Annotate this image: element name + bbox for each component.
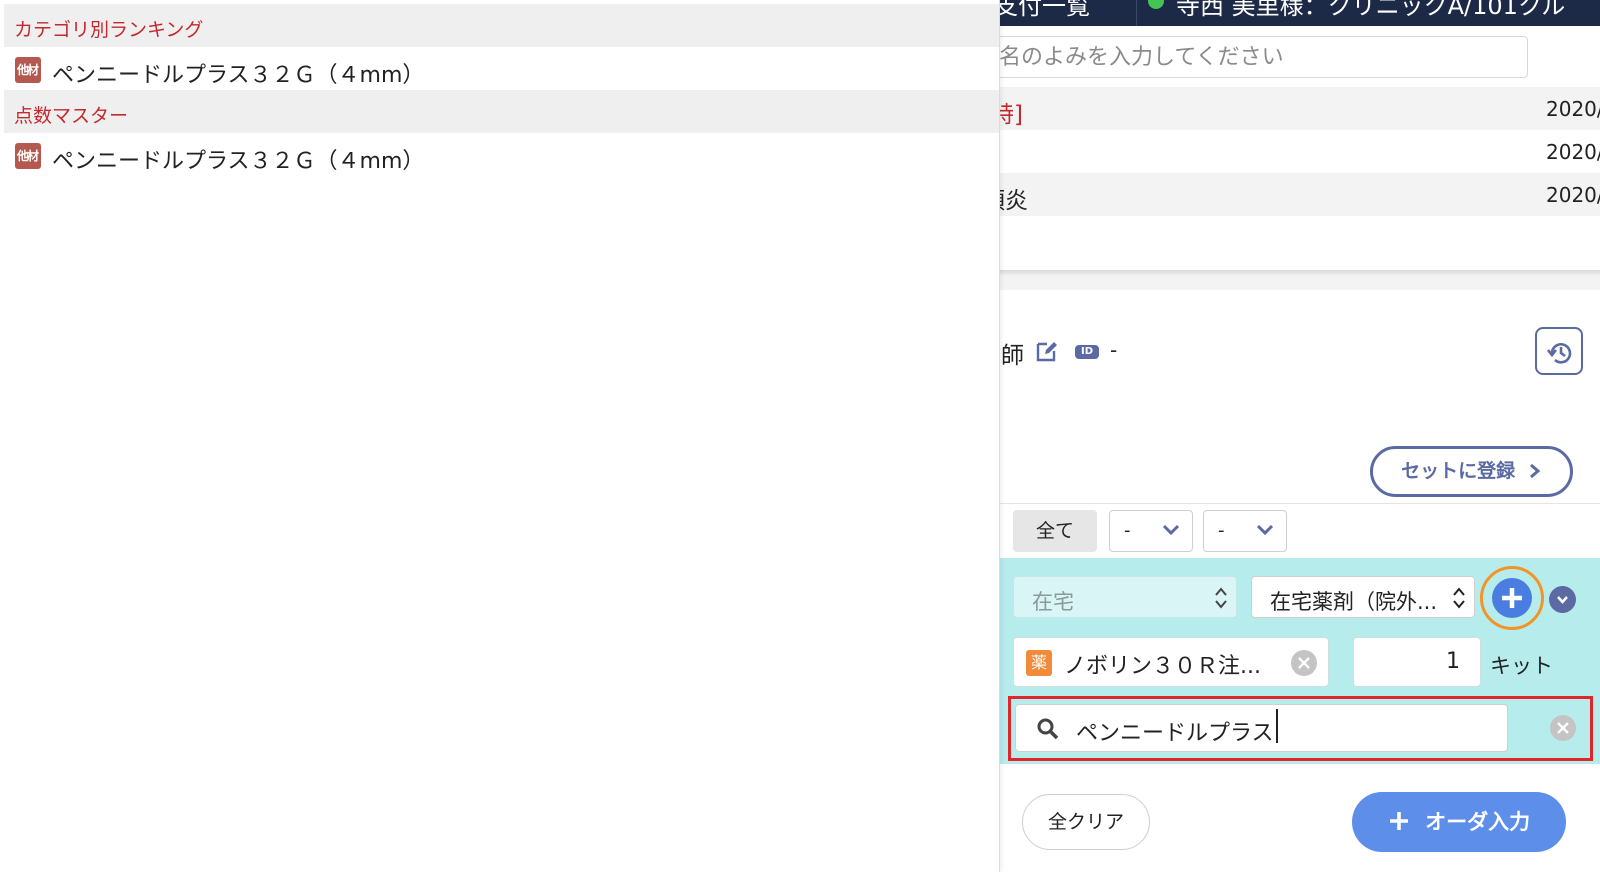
top-bar-menu[interactable]: 支付一覧	[994, 0, 1090, 21]
dropdown-item-label: ペンニードルプラス３２Ｇ（４mm）	[52, 63, 425, 88]
drug-badge: 薬	[1026, 650, 1052, 676]
order-type-value: 在宅	[1032, 590, 1074, 614]
clear-all-button[interactable]: 全クリア	[1022, 794, 1150, 850]
expand-button[interactable]	[1549, 586, 1576, 613]
chevron-right-icon	[1529, 463, 1541, 479]
dropdown-item[interactable]: 他材 ペンニードルプラス３２Ｇ（４mm）	[4, 47, 999, 93]
order-category-select[interactable]: 在宅薬剤（院外...	[1251, 576, 1475, 618]
clear-icon[interactable]	[1291, 650, 1317, 676]
history-row-date: 2020/	[1546, 140, 1600, 164]
material-search-input[interactable]: ペンニードルプラス	[1015, 704, 1508, 752]
doctor-label: 師	[1001, 343, 1024, 369]
chevron-down-icon	[1256, 524, 1274, 536]
dropdown-section-title: 点数マスター	[14, 105, 129, 127]
filter-all-button[interactable]: 全て	[1013, 510, 1097, 552]
doctor-id-value: -	[1110, 338, 1118, 362]
material-search-query: ペンニードルプラス	[1076, 721, 1274, 746]
history-icon	[1547, 343, 1572, 364]
search-icon	[1037, 718, 1059, 740]
drug-name: ノボリン３０Ｒ注...	[1064, 654, 1261, 679]
order-input-button[interactable]: オーダ入力	[1352, 792, 1566, 852]
set-register-button[interactable]: セットに登録	[1370, 446, 1573, 497]
edit-icon[interactable]	[1035, 339, 1059, 363]
drug-chip: 薬 ノボリン３０Ｒ注...	[1013, 637, 1329, 687]
plus-icon	[1389, 812, 1408, 830]
filter-select-1[interactable]: -	[1109, 510, 1193, 552]
updown-arrows-icon	[1453, 587, 1465, 609]
history-row[interactable]: 2020/	[980, 130, 1600, 173]
material-badge-icon: 他材	[15, 57, 41, 83]
patient-search-input[interactable]	[988, 36, 1528, 78]
id-badge: ID	[1075, 345, 1099, 359]
updown-arrows-icon	[1215, 587, 1227, 609]
filter-select-2-value: -	[1218, 520, 1225, 541]
dropdown-section-title: カテゴリ別ランキング	[14, 19, 204, 41]
patient-title: 寺西 美里様：クリニックA/101クル	[1176, 0, 1566, 20]
dropdown-item-label: ペンニードルプラス３２Ｇ（４mm）	[52, 149, 425, 174]
dropdown-section-header: 点数マスター	[4, 90, 999, 133]
chevron-down-icon	[1162, 524, 1180, 536]
history-button[interactable]	[1535, 327, 1583, 375]
material-badge-label: 他材	[17, 149, 39, 163]
set-register-label: セットに登録	[1401, 460, 1516, 482]
chevron-down-icon	[1557, 596, 1568, 604]
order-divider	[980, 503, 1600, 504]
history-footer	[980, 276, 1600, 290]
top-bar-divider	[1136, 0, 1137, 26]
history-row-date: 2020/	[1546, 97, 1600, 121]
dropdown-item[interactable]: 他材 ペンニードルプラス３２Ｇ（４mm）	[4, 133, 999, 179]
clear-icon[interactable]	[1550, 715, 1576, 741]
filter-select-1-value: -	[1124, 520, 1131, 541]
order-category-value: 在宅薬剤（院外...	[1270, 590, 1438, 614]
autocomplete-dropdown: カテゴリ別ランキング 他材 ペンニードルプラス３２Ｇ（４mm） 点数マスター 他材 ペンニ…	[0, 0, 1000, 872]
filter-select-2[interactable]: -	[1203, 510, 1287, 552]
history-row[interactable]: 頭炎 2020/	[980, 173, 1600, 216]
order-type-select[interactable]: 在宅	[1013, 576, 1237, 618]
top-bar: 支付一覧 寺西 美里様：クリニックA/101クル	[980, 0, 1600, 26]
quantity-input[interactable]: 1	[1353, 637, 1481, 687]
history-row[interactable]: [特] 2020/	[980, 87, 1600, 130]
order-input-label: オーダ入力	[1425, 810, 1531, 834]
material-badge-label: 他材	[17, 63, 39, 77]
history-row-date: 2020/	[1546, 183, 1600, 207]
dropdown-section-header: カテゴリ別ランキング	[4, 4, 999, 47]
material-badge-icon: 他材	[15, 143, 41, 169]
add-item-button[interactable]	[1480, 566, 1544, 630]
plus-icon	[1502, 588, 1522, 608]
text-caret	[1276, 709, 1278, 743]
material-search-value: ペンニードルプラス	[1076, 715, 1274, 747]
online-status-dot	[1148, 0, 1164, 9]
unit-label: キット	[1490, 654, 1553, 678]
